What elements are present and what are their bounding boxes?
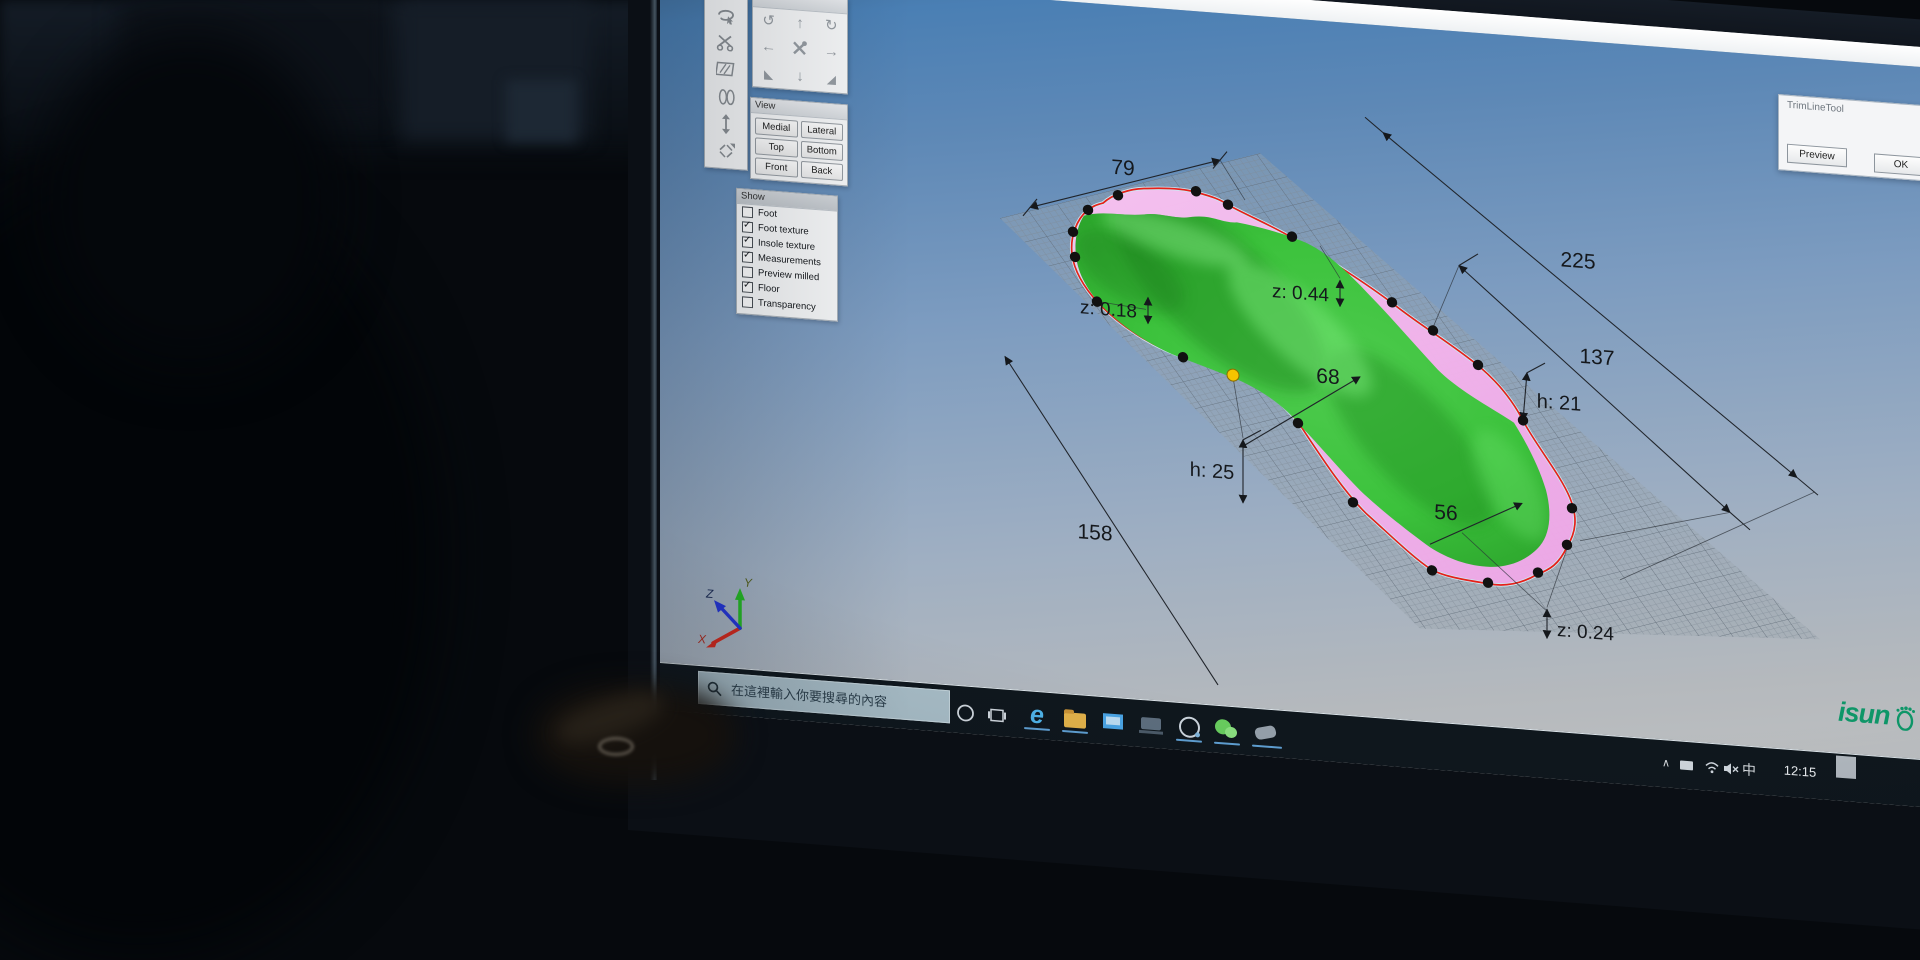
pan-up-icon[interactable]: ↑ xyxy=(796,15,804,31)
file-explorer-icon[interactable] xyxy=(1060,700,1090,736)
show-option-label: Transparency xyxy=(758,298,816,313)
task-view-icon[interactable] xyxy=(988,707,1006,723)
expand-resize-icon[interactable] xyxy=(714,139,738,163)
monitor-screen: 79 225 137 68 158 56 h: 25 h: 21 z: 0.18… xyxy=(660,0,1920,818)
tilt-right-icon[interactable]: ◢ xyxy=(827,73,836,86)
view-button-front[interactable]: Front xyxy=(755,157,798,177)
tools-icon[interactable] xyxy=(791,39,808,60)
person-head-silhouette xyxy=(40,30,340,370)
tilt-left-icon[interactable]: ◣ xyxy=(764,68,773,81)
scissors-trim-icon[interactable] xyxy=(714,30,738,54)
pan-right-icon[interactable]: → xyxy=(824,44,839,60)
background-lit-object xyxy=(506,80,576,142)
tray-chevron-icon[interactable]: ∧ xyxy=(1662,756,1670,770)
view-panel: View Medial Lateral Top Bottom Front Bac… xyxy=(750,97,848,187)
taskbar-clock[interactable]: 12:15 xyxy=(1772,763,1828,782)
wechat-icon[interactable] xyxy=(1212,711,1242,747)
view-button-lateral[interactable]: Lateral xyxy=(801,121,844,141)
view-button-top[interactable]: Top xyxy=(755,137,798,157)
mail-app-icon[interactable] xyxy=(1098,703,1128,739)
preview-button[interactable]: Preview xyxy=(1787,144,1847,168)
search-input[interactable] xyxy=(729,681,933,714)
rotate-ccw-icon[interactable]: ↺ xyxy=(762,13,775,29)
volume-muted-icon[interactable] xyxy=(1723,762,1740,776)
monitor-bezel-edge-highlight xyxy=(650,0,657,780)
pan-left-icon[interactable]: ← xyxy=(761,39,776,55)
insole-pair-icon[interactable] xyxy=(714,85,738,109)
cortana-icon[interactable] xyxy=(956,703,975,723)
vertical-stretch-icon[interactable] xyxy=(714,112,738,136)
checkbox[interactable] xyxy=(742,206,753,218)
left-toolbar xyxy=(704,0,748,171)
show-option-label: Foot xyxy=(758,208,777,220)
checkbox[interactable] xyxy=(742,251,753,263)
ok-button[interactable]: OK xyxy=(1874,153,1920,176)
lasso-select-icon[interactable] xyxy=(714,3,738,27)
checkbox[interactable] xyxy=(742,281,753,293)
checkbox[interactable] xyxy=(742,236,753,248)
isun-logo-text: isun xyxy=(1838,697,1890,732)
checkbox[interactable] xyxy=(742,296,753,308)
tray-popup-icon[interactable] xyxy=(1836,755,1856,779)
dialog-title: TrimLineTool xyxy=(1787,100,1844,115)
checkbox[interactable] xyxy=(742,221,753,233)
rotate-cw-icon[interactable]: ↻ xyxy=(825,17,838,33)
pan-down-icon[interactable]: ↓ xyxy=(796,69,804,85)
view-button-back[interactable]: Back xyxy=(801,161,844,181)
search-icon xyxy=(707,681,722,697)
view-button-medial[interactable]: Medial xyxy=(755,117,798,137)
hatch-region-icon[interactable] xyxy=(714,57,738,81)
browser-ring-app-icon[interactable] xyxy=(1174,709,1204,745)
edge-browser-icon[interactable]: e xyxy=(1022,697,1052,733)
rotate-pad-panel: ↺ ↑ ↻ ← → ◣ ↓ ◢ xyxy=(752,0,848,94)
cad-app-icon[interactable] xyxy=(1250,714,1280,750)
viewport-3d[interactable] xyxy=(660,0,1920,770)
checkbox[interactable] xyxy=(742,266,753,278)
isun-foot-icon xyxy=(1892,703,1918,731)
ring-highlight xyxy=(598,737,634,756)
network-icon[interactable] xyxy=(1704,760,1720,774)
view-button-bottom[interactable]: Bottom xyxy=(801,141,844,161)
this-pc-icon[interactable] xyxy=(1136,706,1166,742)
tray-folder-icon[interactable] xyxy=(1680,760,1693,770)
show-panel: Show Foot Foot texture Insole texture Me… xyxy=(736,188,838,322)
clock-time: 12:15 xyxy=(1784,763,1817,780)
show-option-label: Floor xyxy=(758,283,780,296)
isun-logo: isun xyxy=(1838,697,1918,734)
